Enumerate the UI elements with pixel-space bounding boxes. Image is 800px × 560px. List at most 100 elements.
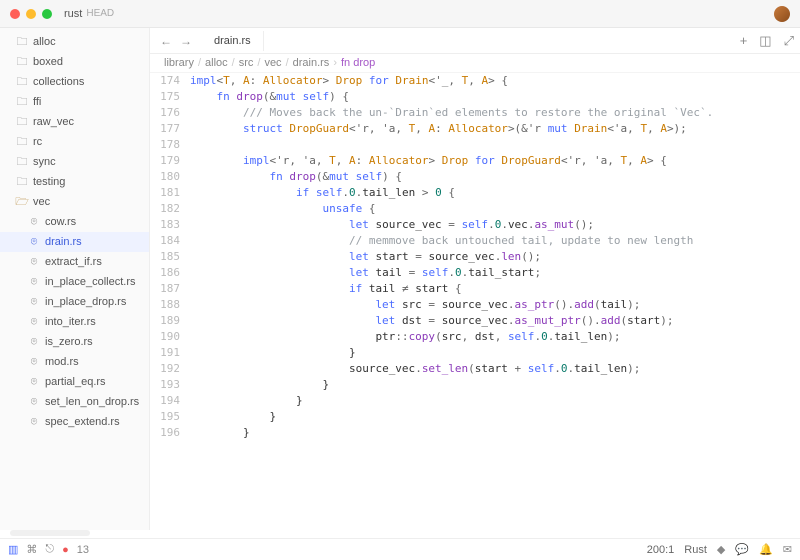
file-item[interactable]: ⌾cow.rs xyxy=(0,212,149,232)
line-number[interactable]: 174 xyxy=(150,73,180,89)
line-number[interactable]: 194 xyxy=(150,393,180,409)
folder-item[interactable]: 🗀boxed xyxy=(0,52,149,72)
copilot-icon[interactable]: ◆ xyxy=(717,543,725,556)
code-line[interactable]: fn drop(&mut self) { xyxy=(190,89,790,105)
minimize-window-icon[interactable] xyxy=(26,9,36,19)
breadcrumb-segment[interactable]: drain.rs xyxy=(293,57,330,69)
file-item[interactable]: ⌾set_len_on_drop.rs xyxy=(0,392,149,412)
line-number[interactable]: 181 xyxy=(150,185,180,201)
breadcrumb-symbol[interactable]: fn drop xyxy=(341,57,375,69)
new-tab-button[interactable]: + xyxy=(734,33,754,48)
file-tree[interactable]: 🗀alloc🗀boxed🗀collections🗀ffi🗀raw_vec🗀rc🗀… xyxy=(0,28,150,530)
line-number[interactable]: 177 xyxy=(150,121,180,137)
line-number[interactable]: 192 xyxy=(150,361,180,377)
feedback-icon[interactable]: ✉ xyxy=(783,543,792,556)
code-line[interactable]: } xyxy=(190,393,790,409)
line-number[interactable]: 178 xyxy=(150,137,180,153)
folder-item[interactable]: 🗀sync xyxy=(0,152,149,172)
line-number[interactable]: 176 xyxy=(150,105,180,121)
line-number[interactable]: 179 xyxy=(150,153,180,169)
code-content[interactable]: impl<T, A: Allocator> Drop for Drain<'_,… xyxy=(190,73,800,530)
code-line[interactable]: } xyxy=(190,377,790,393)
code-line[interactable]: let source_vec = self.0.vec.as_mut(); xyxy=(190,217,790,233)
horizontal-scrollbar[interactable] xyxy=(10,530,90,536)
code-line[interactable]: impl<'r, 'a, T, A: Allocator> Drop for D… xyxy=(190,153,790,169)
git-branch-badge[interactable]: HEAD xyxy=(86,8,114,19)
line-number[interactable]: 184 xyxy=(150,233,180,249)
split-pane-button[interactable]: ◫ xyxy=(753,33,777,49)
line-number[interactable]: 196 xyxy=(150,425,180,441)
record-icon[interactable]: ● xyxy=(62,544,69,556)
code-line[interactable]: if self.0.tail_len > 0 { xyxy=(190,185,790,201)
line-number[interactable]: 182 xyxy=(150,201,180,217)
file-item[interactable]: ⌾mod.rs xyxy=(0,352,149,372)
line-number[interactable]: 190 xyxy=(150,329,180,345)
cursor-position[interactable]: 200:1 xyxy=(647,544,675,556)
code-line[interactable]: unsafe { xyxy=(190,201,790,217)
chat-icon[interactable]: 💬 xyxy=(735,543,749,556)
folder-item[interactable]: 🗁vec xyxy=(0,192,149,212)
breadcrumb-segment[interactable]: src xyxy=(239,57,254,69)
notifications-icon[interactable]: 🔔 xyxy=(759,543,773,556)
file-item[interactable]: ⌾partial_eq.rs xyxy=(0,372,149,392)
close-window-icon[interactable] xyxy=(10,9,20,19)
language-mode[interactable]: Rust xyxy=(684,544,707,556)
code-line[interactable]: impl<T, A: Allocator> Drop for Drain<'_,… xyxy=(190,73,790,89)
file-item[interactable]: ⌾in_place_collect.rs xyxy=(0,272,149,292)
folder-item[interactable]: 🗀raw_vec xyxy=(0,112,149,132)
line-number[interactable]: 186 xyxy=(150,265,180,281)
code-line[interactable]: let start = source_vec.len(); xyxy=(190,249,790,265)
code-line[interactable]: } xyxy=(190,345,790,361)
line-number[interactable]: 175 xyxy=(150,89,180,105)
file-item[interactable]: ⌾drain.rs xyxy=(0,232,149,252)
code-line[interactable]: let dst = source_vec.as_mut_ptr().add(st… xyxy=(190,313,790,329)
breadcrumb-segment[interactable]: library xyxy=(164,57,194,69)
file-item[interactable]: ⌾spec_extend.rs xyxy=(0,412,149,432)
code-line[interactable]: // memmove back untouched tail, update t… xyxy=(190,233,790,249)
maximize-window-icon[interactable] xyxy=(42,9,52,19)
breadcrumb[interactable]: library/alloc/src/vec/drain.rs›fn drop xyxy=(150,54,800,73)
file-item[interactable]: ⌾is_zero.rs xyxy=(0,332,149,352)
line-number[interactable]: 195 xyxy=(150,409,180,425)
line-number[interactable]: 187 xyxy=(150,281,180,297)
code-line[interactable]: struct DropGuard<'r, 'a, T, A: Allocator… xyxy=(190,121,790,137)
code-line[interactable]: } xyxy=(190,425,790,441)
folder-item[interactable]: 🗀testing xyxy=(0,172,149,192)
breadcrumb-segment[interactable]: vec xyxy=(264,57,281,69)
file-item[interactable]: ⌾extract_if.rs xyxy=(0,252,149,272)
code-line[interactable]: if tail ≠ start { xyxy=(190,281,790,297)
project-name[interactable]: rust xyxy=(64,8,82,20)
avatar[interactable] xyxy=(774,6,790,22)
line-number[interactable]: 189 xyxy=(150,313,180,329)
code-line[interactable]: let tail = self.0.tail_start; xyxy=(190,265,790,281)
folder-item[interactable]: 🗀alloc xyxy=(0,32,149,52)
user-icon[interactable]: ⎋ xyxy=(45,543,54,556)
code-line[interactable]: /// Moves back the un-`Drain`ed elements… xyxy=(190,105,790,121)
line-number[interactable]: 180 xyxy=(150,169,180,185)
code-line[interactable]: } xyxy=(190,409,790,425)
code-line[interactable]: source_vec.set_len(start + self.0.tail_l… xyxy=(190,361,790,377)
folder-item[interactable]: 🗀collections xyxy=(0,72,149,92)
file-item[interactable]: ⌾in_place_drop.rs xyxy=(0,292,149,312)
line-number[interactable]: 191 xyxy=(150,345,180,361)
code-editor[interactable]: 1741751761771781791801811821831841851861… xyxy=(150,73,800,530)
line-number[interactable]: 188 xyxy=(150,297,180,313)
code-line[interactable]: fn drop(&mut self) { xyxy=(190,169,790,185)
nav-forward-icon[interactable]: → xyxy=(180,34,192,48)
tab-active[interactable]: drain.rs xyxy=(202,31,264,51)
nav-back-icon[interactable]: ← xyxy=(160,34,172,48)
diagnostics-count[interactable]: 13 xyxy=(77,544,89,556)
line-number[interactable]: 185 xyxy=(150,249,180,265)
breadcrumb-segment[interactable]: alloc xyxy=(205,57,228,69)
file-item[interactable]: ⌾into_iter.rs xyxy=(0,312,149,332)
code-line[interactable] xyxy=(190,137,790,153)
collab-icon[interactable]: ⌘ xyxy=(26,543,37,556)
line-number[interactable]: 193 xyxy=(150,377,180,393)
code-line[interactable]: let src = source_vec.as_ptr().add(tail); xyxy=(190,297,790,313)
maximize-pane-button[interactable]: ⤢ xyxy=(778,33,800,49)
project-panel-icon[interactable]: ▥ xyxy=(8,543,18,556)
code-line[interactable]: ptr::copy(src, dst, self.0.tail_len); xyxy=(190,329,790,345)
folder-item[interactable]: 🗀rc xyxy=(0,132,149,152)
folder-item[interactable]: 🗀ffi xyxy=(0,92,149,112)
line-number[interactable]: 183 xyxy=(150,217,180,233)
